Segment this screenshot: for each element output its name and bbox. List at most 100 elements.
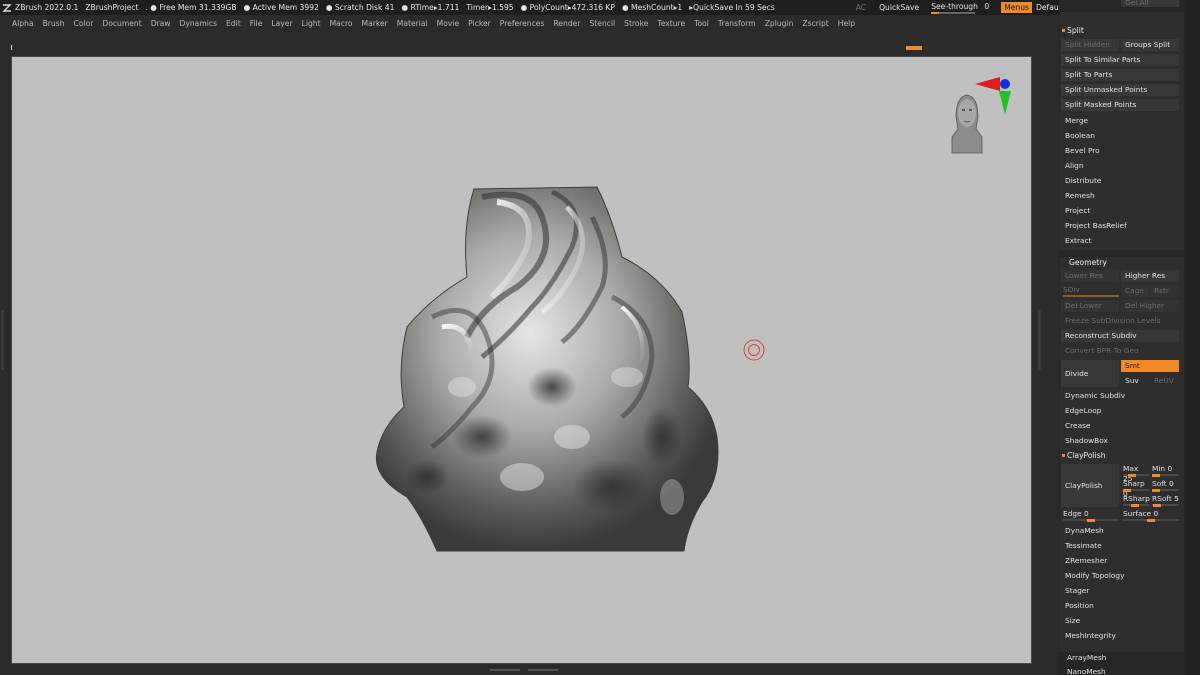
menu-brush[interactable]: Brush <box>43 19 65 28</box>
claypolish-header[interactable]: ClayPolish <box>1061 450 1106 462</box>
del-all-button[interactable]: Del All <box>1121 0 1179 7</box>
sdiv-slider[interactable]: SDiv <box>1061 285 1119 297</box>
menu-dynamics[interactable]: Dynamics <box>180 19 217 28</box>
geometry-header[interactable]: Geometry <box>1063 257 1107 269</box>
geometry-item-zremesher[interactable]: ZRemesher <box>1061 555 1179 567</box>
subpalette-nanomesh[interactable]: NanoMesh <box>1063 666 1181 675</box>
reconstruct-subdiv-button[interactable]: Reconstruct Subdiv <box>1061 330 1179 342</box>
menu-stroke[interactable]: Stroke <box>624 19 648 28</box>
menu-preferences[interactable]: Preferences <box>500 19 545 28</box>
rstr-button[interactable]: Rstr <box>1150 285 1179 297</box>
menu-picker[interactable]: Picker <box>468 19 491 28</box>
left-tray-handle[interactable] <box>1 310 4 370</box>
sculpt-mesh[interactable] <box>375 186 719 552</box>
max-slider[interactable]: Max 25 <box>1121 464 1149 483</box>
menu-file[interactable]: File <box>250 19 263 28</box>
subtool-action-project-basrelief[interactable]: Project BasRelief <box>1061 220 1179 232</box>
menu-light[interactable]: Light <box>302 19 321 28</box>
sharp-slider[interactable]: Sharp 0 <box>1121 479 1149 498</box>
higher-res-button[interactable]: Higher Res <box>1121 270 1179 282</box>
del-higher-button[interactable]: Del Higher <box>1121 300 1179 312</box>
see-through-knob[interactable] <box>931 12 940 14</box>
menus-toggle[interactable]: Menus <box>1001 2 1033 13</box>
document-canvas[interactable] <box>11 56 1032 664</box>
split-item-3[interactable]: Split Masked Points <box>1061 99 1179 111</box>
split-hidden-button[interactable]: Split Hidden <box>1061 39 1119 51</box>
divide-button[interactable]: Divide <box>1061 360 1119 387</box>
model-viewport[interactable] <box>12 57 1033 665</box>
geometry-item-tessimate[interactable]: Tessimate <box>1061 540 1179 552</box>
subtool-action-boolean[interactable]: Boolean <box>1061 130 1179 142</box>
del-lower-button[interactable]: Del Lower <box>1061 300 1119 312</box>
rsharp-knob[interactable] <box>1131 504 1139 507</box>
freeze-subdivision-button[interactable]: Freeze SubDivision Levels <box>1061 315 1179 327</box>
menu-zscript[interactable]: Zscript <box>802 19 828 28</box>
geometry-item-edgeloop[interactable]: EdgeLoop <box>1061 405 1179 417</box>
menu-movie[interactable]: Movie <box>437 19 459 28</box>
subtool-action-bevel-pro[interactable]: Bevel Pro <box>1061 145 1179 157</box>
rsoft-knob[interactable] <box>1153 504 1161 507</box>
geometry-item-shadowbox[interactable]: ShadowBox <box>1061 435 1179 447</box>
geometry-item-dynamic-subdiv[interactable]: Dynamic Subdiv <box>1061 390 1179 402</box>
menu-tool[interactable]: Tool <box>694 19 709 28</box>
geometry-item-modify-topology[interactable]: Modify Topology <box>1061 570 1179 582</box>
soft-knob[interactable] <box>1152 489 1160 492</box>
rsharp-slider[interactable]: RSharp <box>1121 494 1150 507</box>
subtool-action-align[interactable]: Align <box>1061 160 1179 172</box>
cage-button[interactable]: Cage <box>1121 285 1149 297</box>
menu-draw[interactable]: Draw <box>151 19 171 28</box>
geometry-item-meshintegrity[interactable]: MeshIntegrity <box>1061 630 1179 642</box>
menu-material[interactable]: Material <box>397 19 428 28</box>
menu-alpha[interactable]: Alpha <box>12 19 34 28</box>
head-orientation-icon[interactable] <box>951 94 983 154</box>
menu-macro[interactable]: Macro <box>330 19 353 28</box>
soft-slider[interactable]: Soft 0 <box>1150 479 1179 492</box>
subtool-action-merge[interactable]: Merge <box>1061 115 1179 127</box>
ui-orange-handle[interactable] <box>906 46 922 50</box>
subtool-action-remesh[interactable]: Remesh <box>1061 190 1179 202</box>
smt-toggle[interactable]: Smt <box>1121 360 1179 372</box>
see-through-slider[interactable]: See-through 0 <box>931 2 989 14</box>
quicksave-button[interactable]: QuickSave <box>879 3 919 12</box>
bottom-tray-handle[interactable] <box>481 668 567 673</box>
menu-marker[interactable]: Marker <box>362 19 388 28</box>
rsoft-slider[interactable]: RSoft 5 <box>1150 494 1179 507</box>
subtool-action-extract[interactable]: Extract <box>1061 235 1179 247</box>
sharp-knob[interactable] <box>1123 489 1131 492</box>
geometry-item-dynamesh[interactable]: DynaMesh <box>1061 525 1179 537</box>
menu-render[interactable]: Render <box>553 19 580 28</box>
menu-color[interactable]: Color <box>74 19 94 28</box>
split-header[interactable]: Split <box>1061 25 1084 37</box>
menu-document[interactable]: Document <box>102 19 141 28</box>
menu-layer[interactable]: Layer <box>271 19 292 28</box>
geometry-item-position[interactable]: Position <box>1061 600 1179 612</box>
geometry-item-crease[interactable]: Crease <box>1061 420 1179 432</box>
reuv-button[interactable]: ReUV <box>1150 375 1179 387</box>
geometry-item-size[interactable]: Size <box>1061 615 1179 627</box>
surface-knob[interactable] <box>1147 519 1155 522</box>
menu-edit[interactable]: Edit <box>226 19 241 28</box>
palette-scrollbar[interactable] <box>1186 0 1200 675</box>
gizmo-axis-icon[interactable] <box>975 77 1011 115</box>
groups-split-button[interactable]: Groups Split <box>1121 39 1179 51</box>
menu-help[interactable]: Help <box>838 19 855 28</box>
subpalette-arraymesh[interactable]: ArrayMesh <box>1063 652 1181 664</box>
surface-slider[interactable]: Surface 0 <box>1121 509 1179 522</box>
max-knob[interactable] <box>1128 474 1136 477</box>
right-tray-handle[interactable] <box>1038 310 1041 370</box>
menu-texture[interactable]: Texture <box>657 19 685 28</box>
subtool-action-project[interactable]: Project <box>1061 205 1179 217</box>
lower-res-button[interactable]: Lower Res <box>1061 270 1119 282</box>
menu-zplugin[interactable]: Zplugin <box>765 19 794 28</box>
subtool-action-distribute[interactable]: Distribute <box>1061 175 1179 187</box>
split-item-1[interactable]: Split To Parts <box>1061 69 1179 81</box>
split-item-2[interactable]: Split Unmasked Points <box>1061 84 1179 96</box>
split-item-0[interactable]: Split To Similar Parts <box>1061 54 1179 66</box>
menu-transform[interactable]: Transform <box>718 19 756 28</box>
convert-bpr-button[interactable]: Convert BPR To Geo <box>1061 345 1179 357</box>
geometry-item-stager[interactable]: Stager <box>1061 585 1179 597</box>
claypolish-button[interactable]: ClayPolish <box>1061 464 1119 507</box>
min-knob[interactable] <box>1152 474 1160 477</box>
ac-button[interactable]: AC <box>856 3 866 12</box>
suv-toggle[interactable]: Suv <box>1121 375 1149 387</box>
